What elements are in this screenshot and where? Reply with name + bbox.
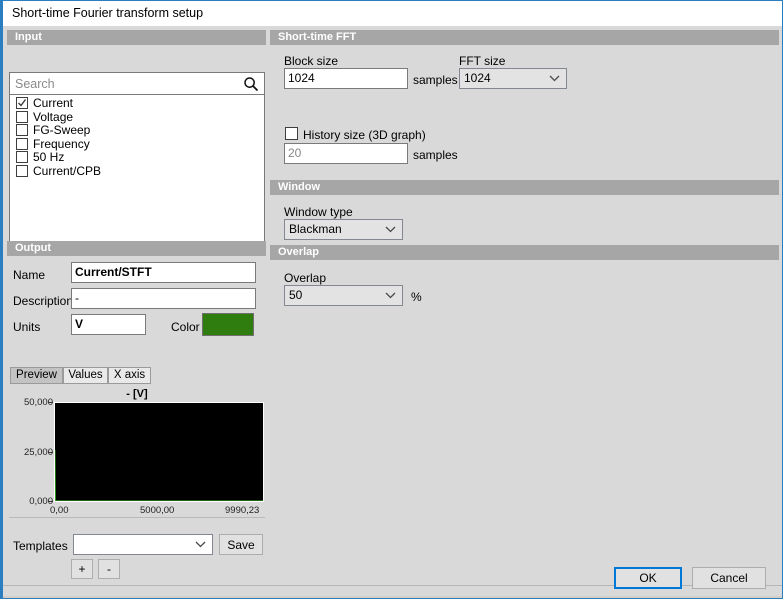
x-tick-label: 0,00 — [50, 505, 69, 516]
overlap-unit-label: % — [411, 290, 422, 304]
overlap-value: 50 — [289, 288, 303, 302]
checkbox-icon[interactable] — [16, 110, 28, 123]
color-label: Color — [171, 320, 200, 334]
history-size-label: History size (3D graph) — [303, 128, 426, 142]
y-tick-mark — [48, 402, 53, 403]
list-item[interactable]: Current/CPB — [10, 163, 264, 178]
list-item[interactable]: Voltage — [10, 109, 264, 124]
ok-button[interactable]: OK — [614, 567, 682, 589]
preview-chart: - [V] 50,000 25,000 0,000 0,00 5000,00 9… — [9, 386, 265, 521]
stft-setup-dialog: Short-time Fourier transform setup Input… — [0, 0, 783, 599]
chart-y-axis: 50,000 25,000 0,000 — [9, 386, 53, 507]
overlap-label: Overlap — [284, 271, 327, 285]
chevron-down-icon — [385, 220, 396, 239]
templates-label: Templates — [13, 539, 68, 553]
tab-preview[interactable]: Preview — [10, 367, 63, 384]
fft-size-label: FFT size — [459, 54, 506, 68]
color-swatch-button[interactable] — [202, 313, 254, 336]
remove-template-button[interactable]: - — [98, 559, 120, 579]
input-section-header: Input — [7, 30, 266, 45]
history-size-input[interactable]: 20 — [284, 143, 408, 164]
stft-section-header: Short-time FFT — [270, 30, 779, 45]
list-item-label: FG-Sweep — [33, 123, 91, 137]
search-input[interactable]: Search — [9, 72, 265, 95]
window-type-value: Blackman — [289, 222, 342, 236]
window-title: Short-time Fourier transform setup — [12, 6, 204, 20]
list-item-label: Current — [33, 96, 74, 110]
y-tick-mark — [48, 452, 53, 453]
overlap-select[interactable]: 50 — [284, 285, 403, 306]
chart-divider — [9, 517, 265, 518]
cancel-button[interactable]: Cancel — [692, 567, 766, 589]
fft-size-select[interactable]: 1024 — [459, 68, 567, 89]
checkbox-icon[interactable] — [16, 137, 28, 150]
tab-values[interactable]: Values — [63, 367, 108, 384]
add-template-button[interactable]: + — [71, 559, 93, 579]
dialog-body: Input Search Current Voltage FG-Sweep Fr… — [3, 26, 782, 596]
search-icon[interactable] — [243, 76, 259, 92]
name-label: Name — [13, 268, 46, 282]
checkbox-icon[interactable] — [16, 151, 28, 163]
list-item[interactable]: 50 Hz — [10, 151, 264, 164]
title-bar: Short-time Fourier transform setup — [3, 0, 782, 26]
window-section-header: Window — [270, 180, 779, 195]
checkbox-icon[interactable] — [16, 164, 28, 177]
list-item-label: Frequency — [33, 136, 90, 151]
list-item-label: 50 Hz — [33, 150, 65, 164]
units-label: Units — [13, 320, 41, 334]
block-size-input[interactable]: 1024 — [284, 68, 408, 89]
chart-plot-area — [54, 402, 264, 502]
list-item-label: Voltage — [33, 109, 74, 124]
description-label: Description — [13, 294, 74, 308]
history-size-checkbox[interactable] — [285, 127, 298, 140]
channel-list[interactable]: Current Voltage FG-Sweep Frequency 50 Hz — [9, 95, 265, 252]
tab-x-axis[interactable]: X axis — [108, 367, 151, 384]
templates-select[interactable] — [73, 534, 213, 555]
description-input[interactable]: - — [71, 288, 256, 309]
overlap-section-header: Overlap — [270, 245, 779, 260]
save-template-button[interactable]: Save — [219, 534, 263, 555]
chevron-down-icon — [549, 69, 560, 88]
y-tick-mark — [48, 501, 53, 502]
list-item[interactable]: Current — [10, 97, 264, 110]
history-size-unit-label: samples — [413, 148, 458, 162]
fft-size-value: 1024 — [464, 71, 491, 85]
checkbox-icon[interactable] — [16, 124, 28, 136]
units-input[interactable]: V — [71, 314, 146, 335]
window-type-label: Window type — [284, 205, 353, 219]
x-tick-label: 9990,23 — [225, 505, 260, 516]
search-placeholder: Search — [15, 77, 55, 91]
list-item-label: Current/CPB — [33, 163, 102, 178]
chart-series-line — [55, 403, 263, 501]
window-type-select[interactable]: Blackman — [284, 219, 403, 240]
block-size-label: Block size — [284, 54, 339, 68]
list-item[interactable]: FG-Sweep — [10, 124, 264, 137]
chevron-down-icon — [195, 535, 206, 554]
x-tick-label: 5000,00 — [140, 505, 175, 516]
name-input[interactable]: Current/STFT — [71, 262, 256, 283]
checkbox-checked-icon[interactable] — [16, 97, 28, 109]
list-item[interactable]: Frequency — [10, 136, 264, 151]
block-size-unit-label: samples — [413, 73, 458, 87]
chevron-down-icon — [385, 286, 396, 305]
output-section-header: Output — [7, 241, 266, 256]
